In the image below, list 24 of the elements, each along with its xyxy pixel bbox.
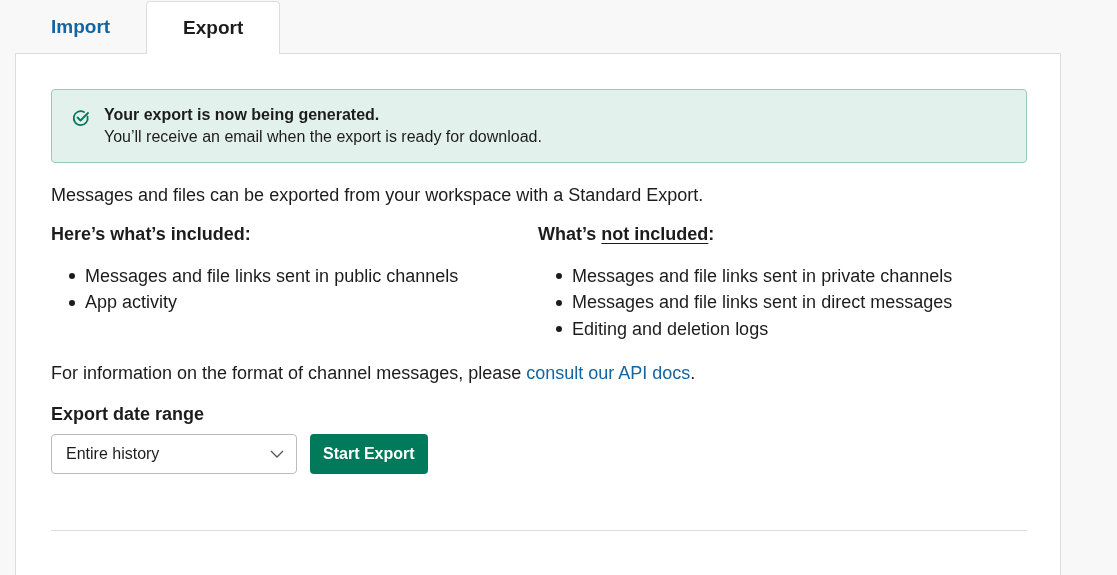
banner-message: You’ll receive an email when the export is ready for download. <box>104 128 542 146</box>
tab[interactable]: Import <box>15 1 147 53</box>
api-docs-link[interactable]: consult our API docs <box>526 362 691 383</box>
tab[interactable]: Export <box>146 1 281 54</box>
section-heading: Here’s what’s included: <box>51 224 252 245</box>
bullet-icon <box>69 273 75 280</box>
info-text: For information on the format of channel messages, please consult our API docs. <box>51 362 697 384</box>
bullet-icon <box>69 299 75 306</box>
chevron-down-icon <box>270 449 284 458</box>
banner-title: Your export is now being generated. <box>104 106 381 124</box>
list-item: Editing and deletion logs <box>572 318 769 340</box>
start-export-button[interactable]: Start Export <box>310 433 428 474</box>
bullet-icon <box>556 273 562 280</box>
list-item: App activity <box>85 292 178 314</box>
date-range-dropdown[interactable]: Entire history <box>51 433 297 474</box>
section-heading: What’s not included: <box>538 224 716 245</box>
field-label: Export date range <box>51 403 206 425</box>
list-item: Messages and file links sent in direct messages <box>572 292 953 314</box>
bullet-icon <box>556 299 562 306</box>
intro-text: Messages and files can be exported from your workspace with a Standard Export. <box>51 185 705 206</box>
list-item: Messages and file links sent in public channels <box>85 265 459 287</box>
bullet-icon <box>556 326 562 333</box>
list-item: Messages and file links sent in private channels <box>572 265 953 287</box>
check-circle-icon <box>72 109 90 127</box>
